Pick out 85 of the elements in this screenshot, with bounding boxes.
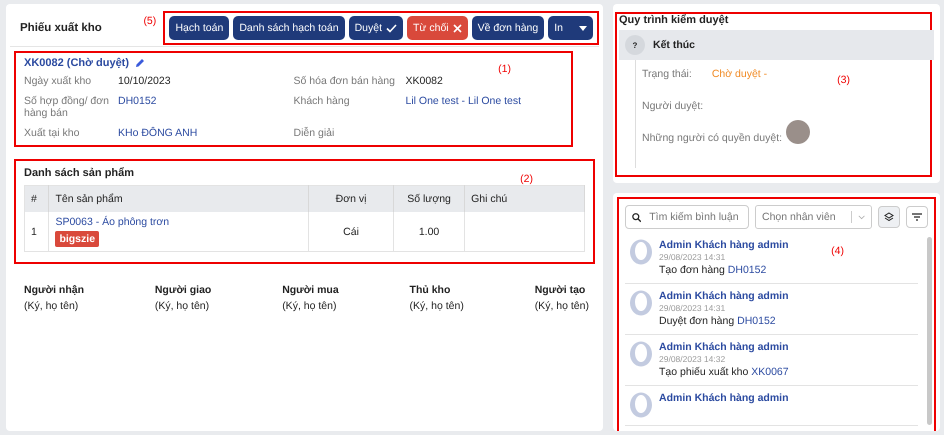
comment-text: Duyệt đơn hàng DH0152 bbox=[659, 315, 777, 327]
table-cell: 1.00 bbox=[394, 212, 465, 252]
comment-time: 29/08/2023 14:32 bbox=[659, 354, 726, 364]
annotation-label: (4) bbox=[831, 245, 844, 257]
annotation-label: (2) bbox=[520, 173, 533, 185]
signature-hint: (Ký, họ tên) bbox=[282, 300, 338, 312]
comment-author[interactable]: Admin Khách hàng admin bbox=[659, 239, 789, 251]
column-header: Số lượng bbox=[394, 186, 465, 212]
signature-role: Người nhận bbox=[24, 284, 84, 296]
avatar-placeholder bbox=[786, 120, 810, 144]
field-label: Diễn giải bbox=[294, 127, 336, 139]
page-title: Phiếu xuất kho bbox=[20, 22, 102, 34]
column-header: # bbox=[24, 186, 49, 212]
document-code: XK0082 (Chờ duyệt) bbox=[24, 57, 130, 69]
table-cell: 1 bbox=[24, 212, 49, 252]
employee-select[interactable]: Chọn nhân viên bbox=[762, 211, 845, 223]
step-status-icon: ? bbox=[625, 35, 645, 55]
reference-link[interactable]: DH0152 bbox=[728, 264, 766, 276]
check-icon bbox=[386, 24, 397, 32]
search-field[interactable]: Tìm kiếm bình luận bbox=[649, 211, 742, 223]
field-value[interactable]: KHo ĐÔNG ANH bbox=[118, 127, 294, 139]
field-label: Khách hàng bbox=[294, 95, 351, 109]
status-value: Chờ duyệt - bbox=[712, 68, 768, 80]
field-label: Ngày xuất kho bbox=[24, 75, 92, 87]
action-button[interactable]: Hạch toán bbox=[169, 16, 230, 40]
approver-label: Người duyệt: bbox=[642, 100, 704, 112]
signature-role: Người giao bbox=[154, 284, 212, 296]
layers-icon bbox=[884, 212, 894, 222]
pencil-icon[interactable] bbox=[135, 58, 146, 68]
comment-author[interactable]: Admin Khách hàng admin bbox=[659, 290, 789, 302]
field-value[interactable]: DH0152 bbox=[118, 95, 294, 119]
annotation-label: (1) bbox=[498, 63, 511, 75]
comment-author[interactable]: Admin Khách hàng admin bbox=[659, 392, 789, 404]
field-label: Số hợp đồng/ đơn hàng bán bbox=[24, 95, 110, 119]
signature-hint: (Ký, họ tên) bbox=[24, 300, 80, 312]
table-cell: Cái bbox=[308, 212, 394, 252]
permitted-label: Những người có quyền duyệt: bbox=[642, 132, 782, 144]
signature-role: Thủ kho bbox=[410, 284, 452, 296]
layers-button[interactable] bbox=[878, 206, 900, 228]
reference-link[interactable]: XK0067 bbox=[751, 366, 789, 378]
size-tag: bigszie bbox=[55, 231, 100, 247]
comment-text: Tạo phiếu xuất kho XK0067 bbox=[659, 366, 789, 378]
field-value: 10/10/2023 bbox=[118, 75, 172, 87]
field-label: Xuất tại kho bbox=[24, 127, 80, 139]
annotation-label: (3) bbox=[837, 74, 850, 86]
section-title: Quy trình kiểm duyệt bbox=[619, 14, 730, 26]
search-icon bbox=[632, 212, 642, 222]
signature-role: Người mua bbox=[282, 284, 339, 296]
section-title: Danh sách sản phẩm bbox=[24, 167, 136, 179]
annotation-label: (5) bbox=[143, 15, 156, 27]
filter-icon bbox=[912, 213, 922, 221]
signature-role: Người tạo bbox=[534, 284, 586, 296]
signature-hint: (Ký, họ tên) bbox=[410, 300, 464, 312]
avatar-silhouette-icon bbox=[629, 392, 653, 418]
comment-text: Tạo đơn hàng DH0152 bbox=[659, 264, 768, 276]
field-value: XK0082 bbox=[406, 75, 444, 87]
action-button[interactable]: Về đơn hàng bbox=[472, 16, 544, 40]
avatar-silhouette-icon bbox=[629, 239, 653, 265]
step-title: Kết thúc bbox=[653, 39, 695, 51]
field-label: Số hóa đơn bán hàng bbox=[294, 75, 396, 87]
column-header: Ghi chú bbox=[464, 186, 584, 212]
employee-dropdown[interactable]: Chọn nhân viên bbox=[755, 205, 872, 229]
column-header: Tên sản phẩm bbox=[48, 186, 309, 212]
chevron-icon bbox=[858, 214, 866, 220]
product-link[interactable]: SP0063 - Áo phông trơn bbox=[55, 216, 302, 228]
action-button[interactable]: Duyệt bbox=[348, 16, 403, 40]
print-dropdown-button[interactable]: In bbox=[548, 16, 593, 40]
comment-time: 29/08/2023 14:31 bbox=[659, 303, 726, 313]
signature-hint: (Ký, họ tên) bbox=[534, 300, 589, 312]
reference-link[interactable]: DH0152 bbox=[737, 315, 776, 327]
close-icon bbox=[452, 24, 462, 32]
filter-button[interactable] bbox=[906, 206, 928, 228]
field-value[interactable]: Lil One test - Lil One test bbox=[406, 95, 563, 119]
caret-icon bbox=[579, 26, 587, 30]
search-box[interactable]: Tìm kiếm bình luận bbox=[625, 205, 749, 229]
status-label: Trạng thái: bbox=[642, 68, 692, 80]
comment-author[interactable]: Admin Khách hàng admin bbox=[659, 341, 789, 353]
signature-hint: (Ký, họ tên) bbox=[154, 300, 210, 312]
comment-time: 29/08/2023 14:31 bbox=[659, 252, 726, 262]
avatar-silhouette-icon bbox=[629, 341, 653, 367]
avatar-silhouette-icon bbox=[629, 290, 653, 316]
column-header: Đơn vị bbox=[308, 186, 394, 212]
action-button[interactable]: Từ chối bbox=[407, 16, 468, 40]
scrollbar[interactable] bbox=[927, 237, 932, 425]
action-button[interactable]: Danh sách hạch toán bbox=[233, 16, 345, 40]
